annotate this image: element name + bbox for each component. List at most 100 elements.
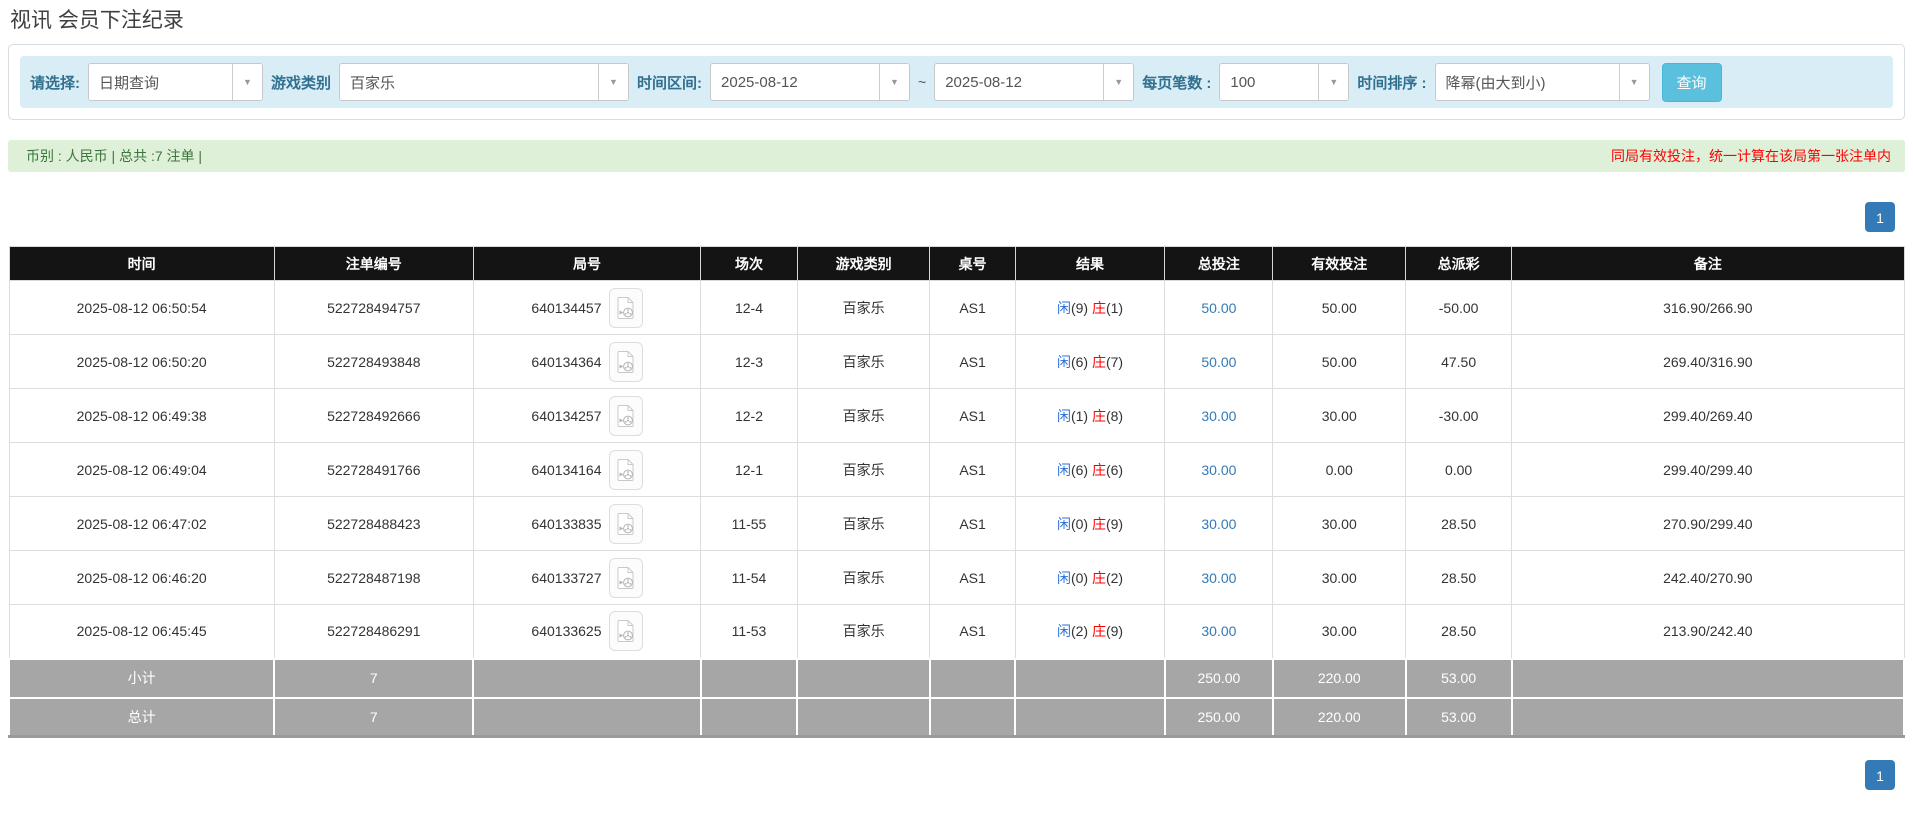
sort-order-value: 降幂(由大到小) [1436, 64, 1619, 100]
cell-remark: 213.90/242.40 [1512, 605, 1904, 659]
cell-total-bet: 30.00 [1165, 551, 1273, 605]
result-banker-label: 庄 [1092, 300, 1106, 316]
cell-result: 闲(2) 庄(9) [1015, 605, 1165, 659]
cell-payout: -30.00 [1406, 389, 1512, 443]
subtotal-row-cell-1: 7 [274, 659, 473, 698]
summary-bar: 币别 : 人民币 | 总共 :7 注单 | 同局有效投注，统一计算在该局第一张注… [8, 140, 1905, 172]
page-title: 视讯 会员下注纪录 [10, 4, 1913, 34]
cell-game-type: 百家乐 [797, 281, 930, 335]
cell-table-id: AS1 [930, 497, 1015, 551]
result-banker-label: 庄 [1092, 354, 1106, 370]
pagination-top: 1 [0, 202, 1895, 232]
result-player-value: (0) [1071, 570, 1092, 586]
result-player-label: 闲 [1057, 300, 1071, 316]
cell-result: 闲(0) 庄(2) [1015, 551, 1165, 605]
cell-remark: 242.40/270.90 [1512, 551, 1904, 605]
video-replay-button[interactable] [609, 611, 643, 651]
filter-bar: 请选择: 日期查询 ▼ 游戏类别 百家乐 ▼ 时间区间: 2025-08-12 … [20, 56, 1893, 108]
date-from-value: 2025-08-12 [711, 64, 879, 100]
cell-result: 闲(6) 庄(6) [1015, 443, 1165, 497]
cell-result: 闲(6) 庄(7) [1015, 335, 1165, 389]
chevron-down-icon[interactable]: ▼ [1103, 64, 1133, 100]
total-bet-link[interactable]: 30.00 [1201, 570, 1236, 586]
sort-order-select[interactable]: 降幂(由大到小) ▼ [1435, 63, 1650, 101]
chevron-down-icon[interactable]: ▼ [879, 64, 909, 100]
total-bet-link[interactable]: 30.00 [1201, 516, 1236, 532]
chevron-down-icon[interactable]: ▼ [1619, 64, 1649, 100]
cell-session: 12-4 [701, 281, 798, 335]
cell-table-id: AS1 [930, 389, 1015, 443]
round-id-value: 640134257 [531, 408, 601, 424]
subtotal-row-cell-10 [1512, 659, 1904, 698]
game-type-select[interactable]: 百家乐 ▼ [339, 63, 629, 101]
cell-bet-id: 522728492666 [274, 389, 473, 443]
total-bet-link[interactable]: 50.00 [1201, 354, 1236, 370]
cell-remark: 269.40/316.90 [1512, 335, 1904, 389]
cell-round-id: 640134457 [473, 281, 700, 335]
search-button[interactable]: 查询 [1662, 63, 1722, 102]
cell-round-id: 640133835 [473, 497, 700, 551]
page-size-select[interactable]: 100 ▼ [1219, 63, 1349, 101]
total-row-cell-9: 53.00 [1406, 698, 1512, 737]
video-replay-button[interactable] [609, 342, 643, 382]
cell-remark: 270.90/299.40 [1512, 497, 1904, 551]
video-replay-button[interactable] [609, 288, 643, 328]
total-row-cell-3 [701, 698, 798, 737]
cell-valid-bet: 0.00 [1273, 443, 1406, 497]
subtotal-row-cell-0: 小计 [9, 659, 274, 698]
cell-bet-id: 522728493848 [274, 335, 473, 389]
chevron-down-icon[interactable]: ▼ [232, 64, 262, 100]
subtotal-row-cell-4 [797, 659, 930, 698]
column-header: 结果 [1015, 247, 1165, 281]
round-id-group: 640133625 [474, 611, 700, 651]
cell-game-type: 百家乐 [797, 497, 930, 551]
result-player-value: (2) [1071, 623, 1092, 639]
video-replay-button[interactable] [609, 450, 643, 490]
chevron-down-icon[interactable]: ▼ [598, 64, 628, 100]
cell-round-id: 640133625 [473, 605, 700, 659]
result-player-value: (6) [1071, 462, 1092, 478]
result-banker-value: (9) [1106, 623, 1123, 639]
total-bet-link[interactable]: 30.00 [1201, 408, 1236, 424]
cell-payout: 0.00 [1406, 443, 1512, 497]
total-bet-link[interactable]: 30.00 [1201, 462, 1236, 478]
subtotal-row: 小计7250.00220.0053.00 [9, 659, 1904, 698]
video-replay-button[interactable] [609, 396, 643, 436]
cell-round-id: 640134364 [473, 335, 700, 389]
video-replay-button[interactable] [609, 558, 643, 598]
result-banker-value: (8) [1106, 408, 1123, 424]
query-type-select[interactable]: 日期查询 ▼ [88, 63, 263, 101]
table-row: 2025-08-12 06:45:45522728486291640133625… [9, 605, 1904, 659]
cell-total-bet: 50.00 [1165, 281, 1273, 335]
round-id-value: 640134457 [531, 300, 601, 316]
total-bet-link[interactable]: 50.00 [1201, 300, 1236, 316]
table-row: 2025-08-12 06:47:02522728488423640133835… [9, 497, 1904, 551]
cell-time: 2025-08-12 06:47:02 [9, 497, 274, 551]
round-id-group: 640134364 [474, 342, 700, 382]
video-file-icon [617, 296, 635, 320]
cell-remark: 316.90/266.90 [1512, 281, 1904, 335]
result-banker-label: 庄 [1092, 408, 1106, 424]
cell-game-type: 百家乐 [797, 551, 930, 605]
result-banker-label: 庄 [1092, 516, 1106, 532]
pagination-page-button[interactable]: 1 [1865, 760, 1895, 790]
round-id-group: 640134257 [474, 396, 700, 436]
cell-round-id: 640134164 [473, 443, 700, 497]
date-to-select[interactable]: 2025-08-12 ▼ [934, 63, 1134, 101]
subtotal-row-cell-3 [701, 659, 798, 698]
table-row: 2025-08-12 06:49:04522728491766640134164… [9, 443, 1904, 497]
round-id-value: 640134364 [531, 354, 601, 370]
cell-total-bet: 30.00 [1165, 389, 1273, 443]
table-row: 2025-08-12 06:46:20522728487198640133727… [9, 551, 1904, 605]
video-replay-button[interactable] [609, 504, 643, 544]
cell-session: 12-3 [701, 335, 798, 389]
pagination-page-button[interactable]: 1 [1865, 202, 1895, 232]
cell-time: 2025-08-12 06:50:54 [9, 281, 274, 335]
chevron-down-icon[interactable]: ▼ [1318, 64, 1348, 100]
total-row-cell-0: 总计 [9, 698, 274, 737]
date-from-select[interactable]: 2025-08-12 ▼ [710, 63, 910, 101]
cell-table-id: AS1 [930, 551, 1015, 605]
total-bet-link[interactable]: 30.00 [1201, 623, 1236, 639]
cell-round-id: 640134257 [473, 389, 700, 443]
total-row: 总计7250.00220.0053.00 [9, 698, 1904, 737]
